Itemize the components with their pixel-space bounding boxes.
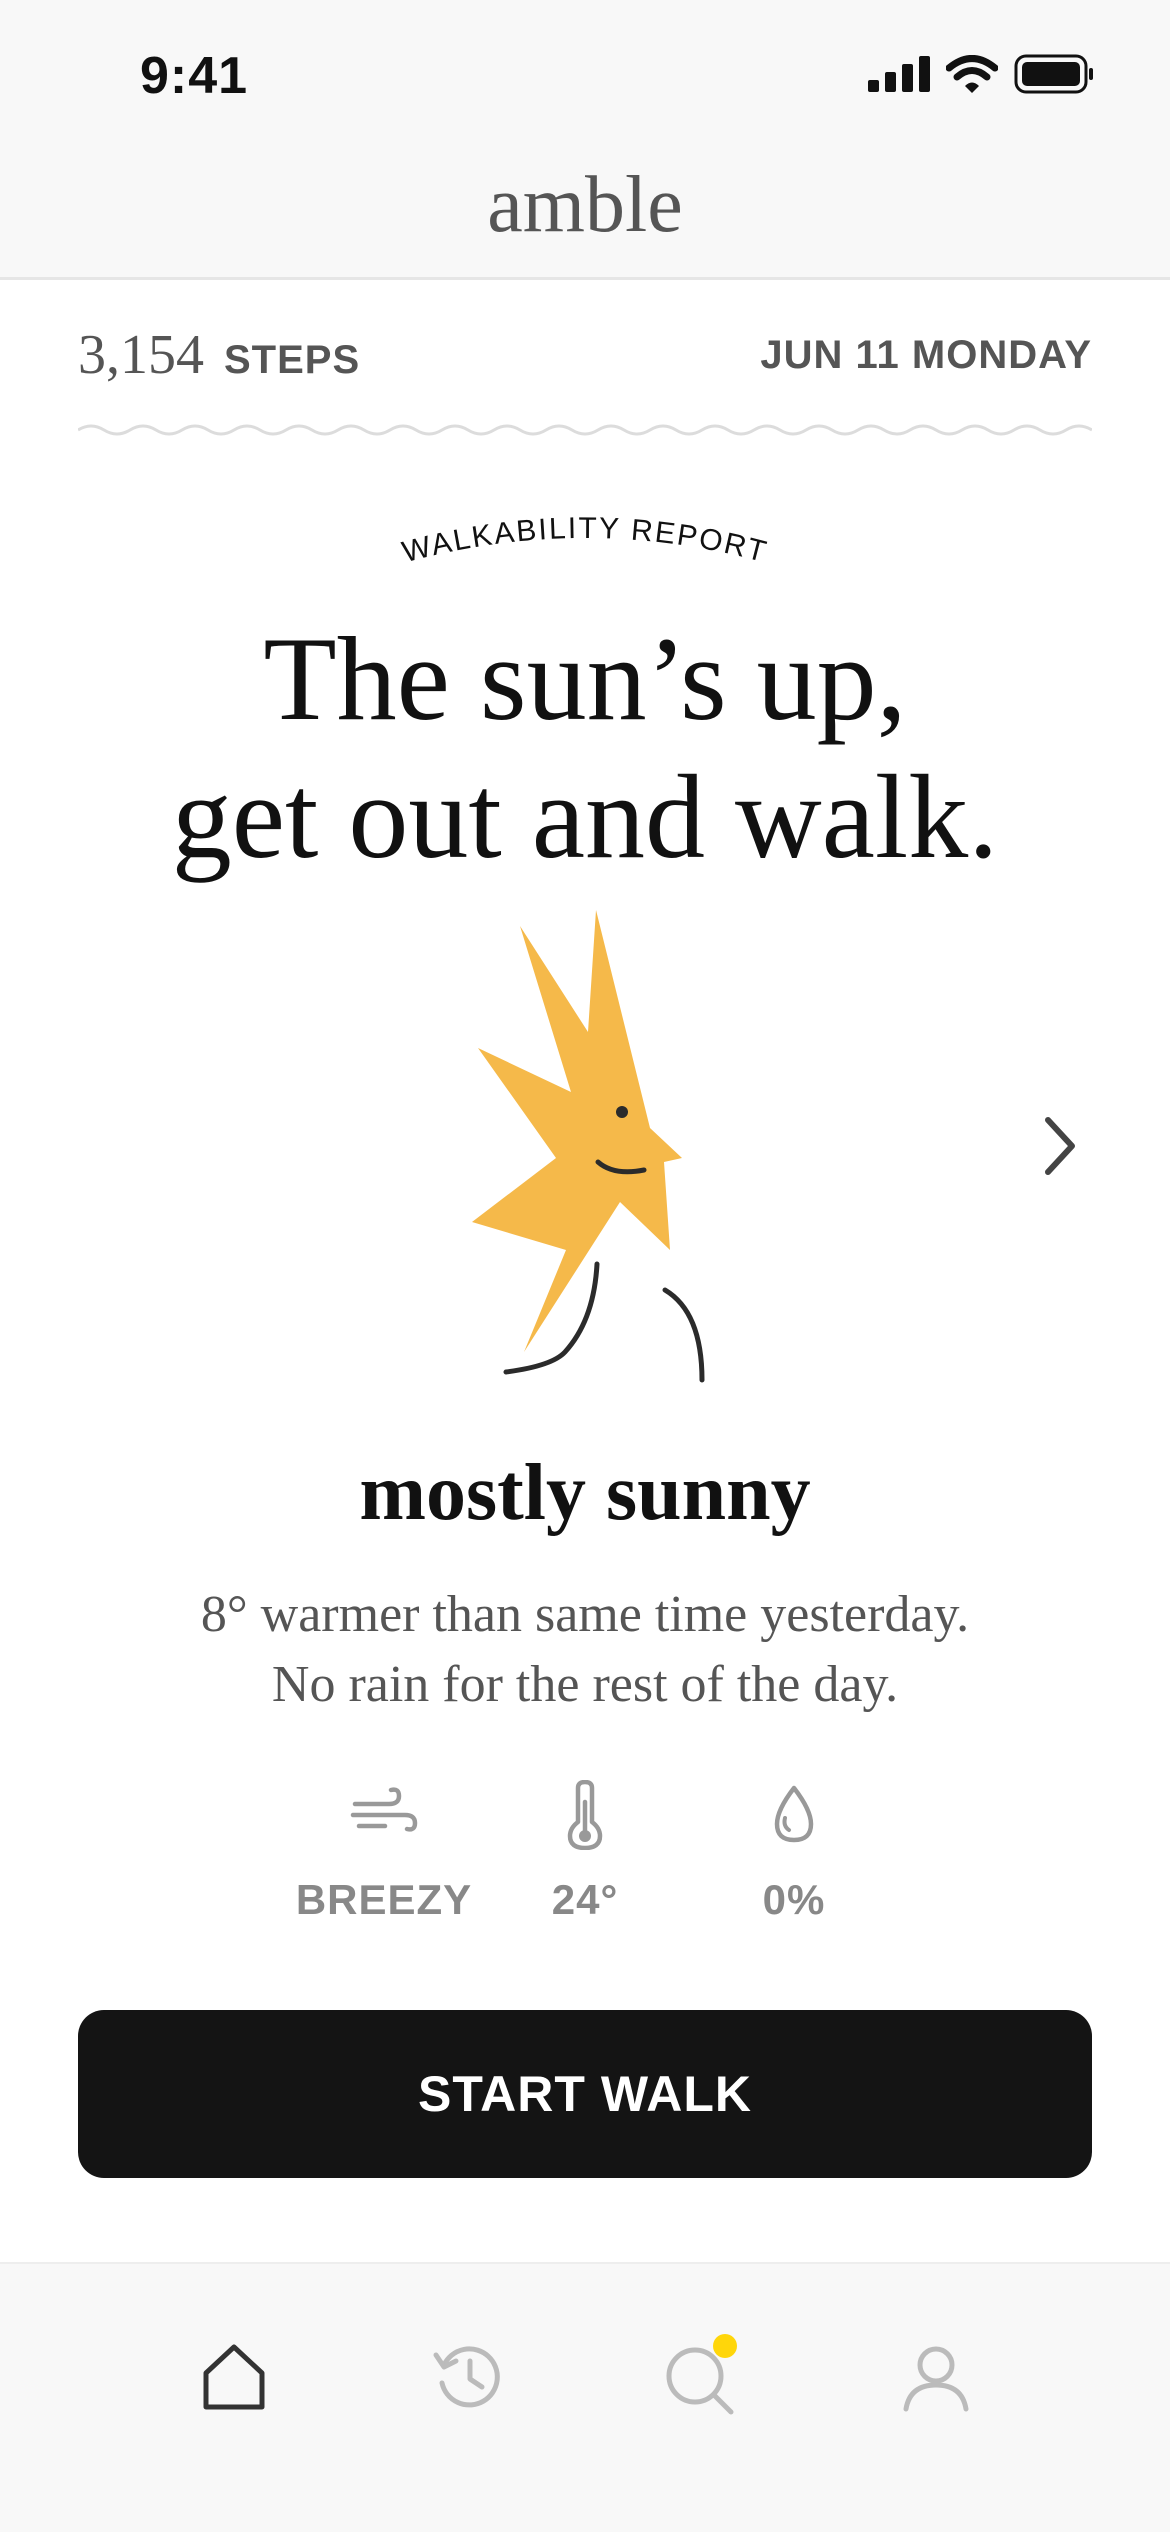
step-counter: 3,154 STEPS: [78, 323, 360, 387]
step-count: 3,154: [78, 324, 204, 386]
tab-history[interactable]: [423, 2332, 513, 2422]
svg-text:WALKABILITY REPORT: WALKABILITY REPORT: [399, 512, 771, 569]
weather-condition: mostly sunny: [359, 1449, 811, 1537]
report-eyebrow-text: WALKABILITY REPORT: [399, 512, 769, 569]
tab-profile[interactable]: [891, 2332, 981, 2422]
home-icon: [203, 2344, 265, 2410]
battery-icon: [1014, 54, 1093, 94]
current-date: JUN 11 MONDAY: [760, 332, 1092, 377]
profile-icon: [903, 2346, 969, 2412]
next-chevron-icon[interactable]: [1036, 1110, 1084, 1182]
history-icon: [433, 2346, 500, 2408]
cellular-signal-icon: [868, 56, 930, 92]
start-walk-button[interactable]: START WALK: [78, 2010, 1092, 2178]
description-line-1: 8° warmer than same time yesterday.: [200, 1586, 970, 1643]
bottom-tab-bar: [0, 2262, 1170, 2532]
wind-icon: [350, 1787, 418, 1832]
steps-date-row: 3,154 STEPS JUN 11 MONDAY: [78, 320, 1092, 390]
wavy-divider: [78, 424, 1092, 436]
report-eyebrow: WALKABILITY REPORT: [399, 512, 771, 569]
status-icons: [868, 52, 1094, 96]
status-time: 9:41: [140, 47, 249, 105]
tab-home[interactable]: [189, 2332, 279, 2422]
app-header: 9:41 amble: [0, 0, 1170, 280]
wifi-icon: [946, 55, 998, 93]
raindrop-icon: [774, 1785, 814, 1843]
stat-temperature: 24°: [465, 1780, 705, 1924]
description-line-2: No rain for the rest of the day.: [271, 1656, 899, 1713]
app-logo: amble: [487, 161, 683, 249]
stat-temperature-value: 24°: [551, 1876, 619, 1923]
headline-line-2: get out and walk.: [171, 750, 999, 883]
stat-precipitation-value: 0%: [762, 1876, 826, 1923]
thermometer-icon: [567, 1780, 603, 1850]
tab-search[interactable]: [657, 2332, 747, 2422]
report-headline: The sun’s up, get out and walk.: [0, 610, 1170, 886]
headline-line-1: The sun’s up,: [263, 612, 907, 745]
step-label: STEPS: [224, 338, 361, 382]
search-icon: [666, 2334, 737, 2415]
sun-body: [472, 910, 682, 1352]
weather-description: 8° warmer than same time yesterday. No r…: [0, 1580, 1170, 1720]
stat-precipitation: 0%: [674, 1780, 914, 1924]
sun-character-illustration: [472, 910, 705, 1383]
